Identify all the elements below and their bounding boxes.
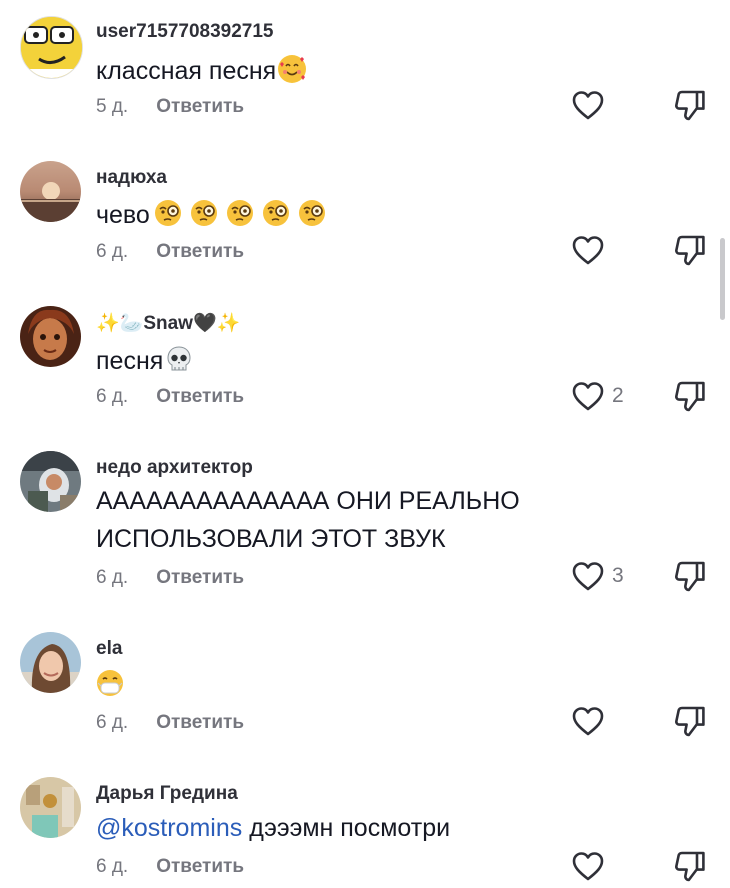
- username-name: Snaw: [143, 313, 193, 334]
- thumbs-down-icon: [675, 90, 705, 121]
- comment-meta: 6 д. Ответить: [96, 856, 244, 878]
- room-photo-icon: [20, 777, 81, 838]
- comment-text: @kostromins дэээмн посмотри: [96, 809, 450, 847]
- comment-username[interactable]: Дарья Гредина: [96, 783, 238, 805]
- comment-username[interactable]: ela: [96, 638, 122, 660]
- comment-time: 5 д.: [96, 96, 129, 117]
- comment-time: 6 д.: [96, 241, 129, 262]
- face-with-monocle-icon: [190, 199, 218, 227]
- comment-time: 6 д.: [96, 712, 129, 733]
- like-button[interactable]: [572, 88, 612, 122]
- comment-meta: 6 д. Ответить: [96, 567, 244, 589]
- heart-icon: [572, 562, 604, 591]
- thumbs-down-icon: [675, 235, 705, 266]
- avatar[interactable]: [20, 632, 81, 693]
- avatar[interactable]: [20, 777, 81, 838]
- like-button[interactable]: 3: [572, 559, 624, 593]
- heart-icon: [572, 852, 604, 881]
- comment-username[interactable]: ✨🦢Snaw🖤✨: [96, 311, 240, 335]
- like-button[interactable]: [572, 233, 612, 267]
- comment-username[interactable]: user7157708392715: [96, 21, 274, 43]
- comment-text: АААААААААААААА ОНИ РЕАЛЬНО ИСПОЛЬЗОВАЛИ …: [96, 482, 520, 558]
- face-with-monocle-icon: [154, 199, 182, 227]
- smiling-face-with-hearts-icon: [278, 55, 307, 83]
- face-with-monocle-icon: [262, 199, 290, 227]
- avatar[interactable]: [20, 161, 81, 222]
- face-with-monocle-icon: [226, 199, 254, 227]
- comment-meta: 6 д. Ответить: [96, 241, 244, 263]
- dislike-button[interactable]: [674, 559, 706, 593]
- reply-button[interactable]: Ответить: [156, 241, 244, 262]
- astronaut-photo-icon: [20, 451, 81, 512]
- dislike-button[interactable]: [674, 88, 706, 122]
- dislike-button[interactable]: [674, 379, 706, 413]
- like-button[interactable]: [572, 849, 612, 883]
- thumbs-down-icon: [675, 561, 705, 592]
- comment-text-line: АААААААААААААА ОНИ РЕАЛЬНО: [96, 487, 520, 515]
- comment-time: 6 д.: [96, 386, 129, 407]
- reply-button[interactable]: Ответить: [156, 96, 244, 117]
- comment-text: чево: [96, 196, 326, 234]
- comment-time: 6 д.: [96, 856, 129, 877]
- comment-meta: 5 д. Ответить: [96, 96, 244, 118]
- comment-text: классная песня: [96, 52, 307, 90]
- cartoon-face-icon: [21, 17, 82, 78]
- username-emoji-suffix: 🖤✨: [192, 312, 241, 334]
- comment-text: [96, 666, 124, 704]
- doll-photo-icon: [20, 306, 81, 367]
- comment-username[interactable]: недо архитектор: [96, 457, 253, 479]
- reply-button[interactable]: Ответить: [156, 856, 244, 877]
- face-with-monocle-icon: [298, 199, 326, 227]
- comment-meta: 6 д. Ответить: [96, 712, 244, 734]
- girl-photo-icon: [20, 632, 81, 693]
- dislike-button[interactable]: [674, 849, 706, 883]
- thumbs-down-icon: [675, 851, 705, 882]
- like-button[interactable]: [572, 704, 612, 738]
- thumbs-down-icon: [675, 381, 705, 412]
- like-count: 2: [612, 384, 624, 407]
- thumbs-down-icon: [675, 706, 705, 737]
- reply-button[interactable]: Ответить: [156, 712, 244, 733]
- scrollbar[interactable]: [720, 238, 725, 320]
- dislike-button[interactable]: [674, 233, 706, 267]
- comment-text-content: классная песня: [96, 57, 277, 85]
- face-with-medical-mask-icon: [96, 669, 124, 697]
- heart-icon: [572, 382, 604, 411]
- username-emoji-prefix: ✨🦢: [96, 312, 144, 334]
- comment-text-line: ИСПОЛЬЗОВАЛИ ЭТОТ ЗВУК: [96, 525, 446, 553]
- comment-text-content: песня: [96, 347, 164, 375]
- avatar[interactable]: [20, 306, 81, 367]
- reply-button[interactable]: Ответить: [156, 386, 244, 407]
- comment-text: песня: [96, 342, 193, 380]
- comment-username[interactable]: надюха: [96, 167, 167, 189]
- avatar[interactable]: [20, 16, 83, 79]
- comment-time: 6 д.: [96, 567, 129, 588]
- comment-text-content: чево: [96, 201, 150, 229]
- skull-icon: [165, 345, 193, 373]
- like-button[interactable]: 2: [572, 379, 624, 413]
- heart-icon: [572, 236, 604, 265]
- mention-link[interactable]: @kostromins: [96, 814, 242, 842]
- sunset-photo-icon: [20, 161, 81, 222]
- dislike-button[interactable]: [674, 704, 706, 738]
- reply-button[interactable]: Ответить: [156, 567, 244, 588]
- heart-icon: [572, 91, 604, 120]
- like-count: 3: [612, 564, 624, 587]
- comment-text-content: дэээмн посмотри: [242, 814, 451, 842]
- heart-icon: [572, 707, 604, 736]
- avatar[interactable]: [20, 451, 81, 512]
- comment-meta: 6 д. Ответить: [96, 386, 244, 408]
